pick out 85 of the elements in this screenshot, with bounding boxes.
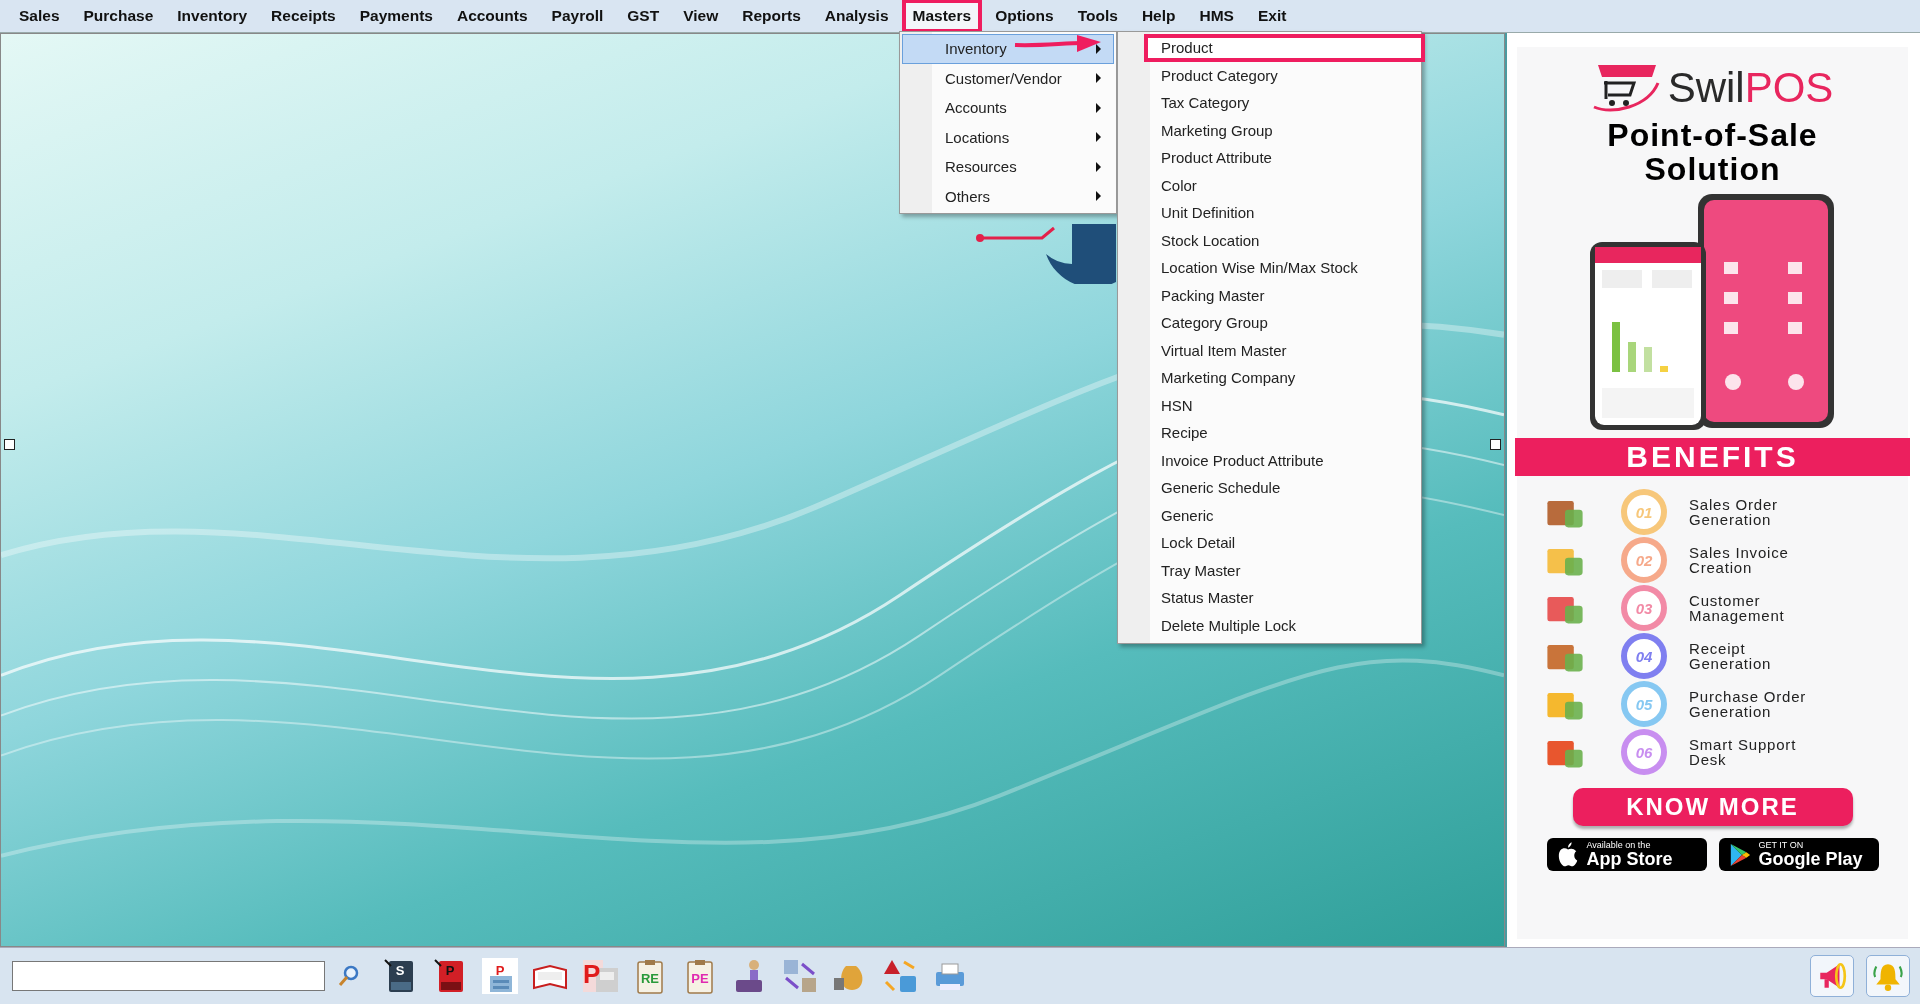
menu-item[interactable]: Marketing Company (1144, 364, 1425, 392)
menu-item[interactable]: Invoice Product Attribute (1144, 446, 1425, 474)
menu-item[interactable]: Lock Detail (1144, 529, 1425, 557)
menu-bar-item[interactable]: Inventory (166, 0, 259, 33)
search-icon[interactable] (337, 964, 361, 988)
benefit-number: 06 (1621, 729, 1667, 776)
menu-bar-item[interactable]: Tools (1066, 0, 1129, 33)
menu-item[interactable]: Generic Schedule (1144, 474, 1425, 502)
menu-item[interactable]: Product (1144, 34, 1425, 62)
menu-bar-item[interactable]: Analysis (813, 0, 900, 33)
menu-item[interactable]: Generic (1144, 501, 1425, 529)
menu-item[interactable]: Stock Location (1144, 226, 1425, 254)
menu-bar-item[interactable]: Purchase (72, 0, 165, 33)
menu-item[interactable]: Product Category (1144, 61, 1425, 89)
menu-item[interactable]: Accounts (902, 93, 1114, 123)
shapes-icon (882, 958, 918, 994)
menu-bar-item[interactable]: Options (984, 0, 1065, 33)
menu-item[interactable]: Others (902, 181, 1114, 211)
resize-handle[interactable] (1490, 439, 1501, 450)
menu-item[interactable]: Packing Master (1144, 281, 1425, 309)
benefit-text: Smart Support Desk (1689, 737, 1798, 768)
benefit-number: 02 (1621, 537, 1667, 584)
menu-item[interactable]: Category Group (1144, 309, 1425, 337)
menu-item[interactable]: Tax Category (1144, 89, 1425, 117)
menu-item[interactable]: Customer/Vendor (902, 63, 1114, 93)
benefit-number: 01 (1621, 489, 1667, 536)
menu-item[interactable]: HSN (1144, 391, 1425, 419)
benefit-number: 03 (1621, 585, 1667, 632)
know-more-button[interactable]: KNOW MORE (1572, 788, 1853, 827)
menu-item[interactable]: Inventory (902, 34, 1114, 64)
menu-bar-item[interactable]: Sales (8, 0, 71, 33)
benefit-text: Sales Order Generation (1689, 497, 1779, 528)
search-field[interactable] (12, 961, 325, 991)
menu-item[interactable]: Color (1144, 171, 1425, 199)
transfer-icon (782, 958, 818, 994)
menu-item[interactable]: Status Master (1144, 584, 1425, 612)
menu-item[interactable]: Unit Definition (1144, 199, 1425, 227)
store-badge[interactable]: Available on the App Store (1546, 838, 1707, 872)
menu-item[interactable]: Recipe (1144, 419, 1425, 447)
benefits-banner: BENEFITS (1515, 438, 1910, 477)
menu-item[interactable]: Marketing Group (1144, 116, 1425, 144)
menu-bar-item[interactable]: Help (1130, 0, 1187, 33)
toolbar-button[interactable]: P (431, 957, 469, 995)
menu-bar-item[interactable]: Receipts (260, 0, 347, 33)
menu-item[interactable]: Location Wise Min/Max Stock (1144, 254, 1425, 282)
menu-item[interactable]: Product Attribute (1144, 144, 1425, 172)
benefit-text: Receipt Generation (1689, 641, 1773, 672)
brand-name: SwilPOS (1667, 64, 1834, 112)
documents-icon (582, 958, 618, 994)
menu-bar-item[interactable]: Accounts (445, 0, 539, 33)
benefit-text: Customer Management (1689, 593, 1786, 624)
menu-item[interactable]: Delete Multiple Lock (1144, 611, 1425, 639)
benefit-number: 04 (1621, 633, 1667, 680)
resize-handle[interactable] (4, 439, 15, 450)
menu-bar-item[interactable]: Reports (731, 0, 812, 33)
apple-icon (1556, 841, 1579, 868)
menu-bar-item[interactable]: GST (616, 0, 671, 33)
menu-bar-item[interactable]: View (672, 0, 730, 33)
store-caption: GET IT ON (1758, 841, 1805, 851)
shopping-cart-logo-icon (1591, 63, 1662, 113)
menu-item[interactable]: Virtual Item Master (1144, 336, 1425, 364)
menu-bar-item[interactable]: Payments (348, 0, 444, 33)
menu-bar-item[interactable]: Payroll (540, 0, 615, 33)
store-name: Google Play (1758, 850, 1863, 869)
menu-bar-item[interactable]: HMS (1188, 0, 1245, 33)
toolbar-button[interactable]: P (581, 957, 619, 995)
store-badge[interactable]: GET IT ON Google Play (1718, 838, 1879, 872)
menu-bar-item[interactable]: Exit (1246, 0, 1298, 33)
toolbar-button[interactable]: P (481, 957, 519, 995)
cabinet-icon (482, 958, 518, 994)
menu-item[interactable]: Locations (902, 122, 1114, 152)
benefit-text: Purchase Order Generation (1689, 689, 1808, 720)
toolbar-button[interactable] (781, 957, 819, 995)
toolbar-button[interactable]: S (381, 957, 419, 995)
menu-bar-item[interactable]: Masters (901, 0, 983, 33)
store-name: App Store (1586, 850, 1673, 869)
store-caption: Available on the (1586, 841, 1652, 851)
toolbar-button[interactable]: PE (681, 957, 719, 995)
ad-headline: Point-of-Sale Solution (1606, 119, 1819, 187)
benefit-number: 05 (1621, 681, 1667, 728)
menu-item[interactable]: Tray Master (1144, 556, 1425, 584)
play-triangle-icon (1728, 841, 1751, 868)
benefit-text: Sales Invoice Creation (1689, 545, 1790, 576)
megaphone-button[interactable] (1810, 955, 1854, 997)
menu-item[interactable]: Resources (902, 152, 1114, 182)
